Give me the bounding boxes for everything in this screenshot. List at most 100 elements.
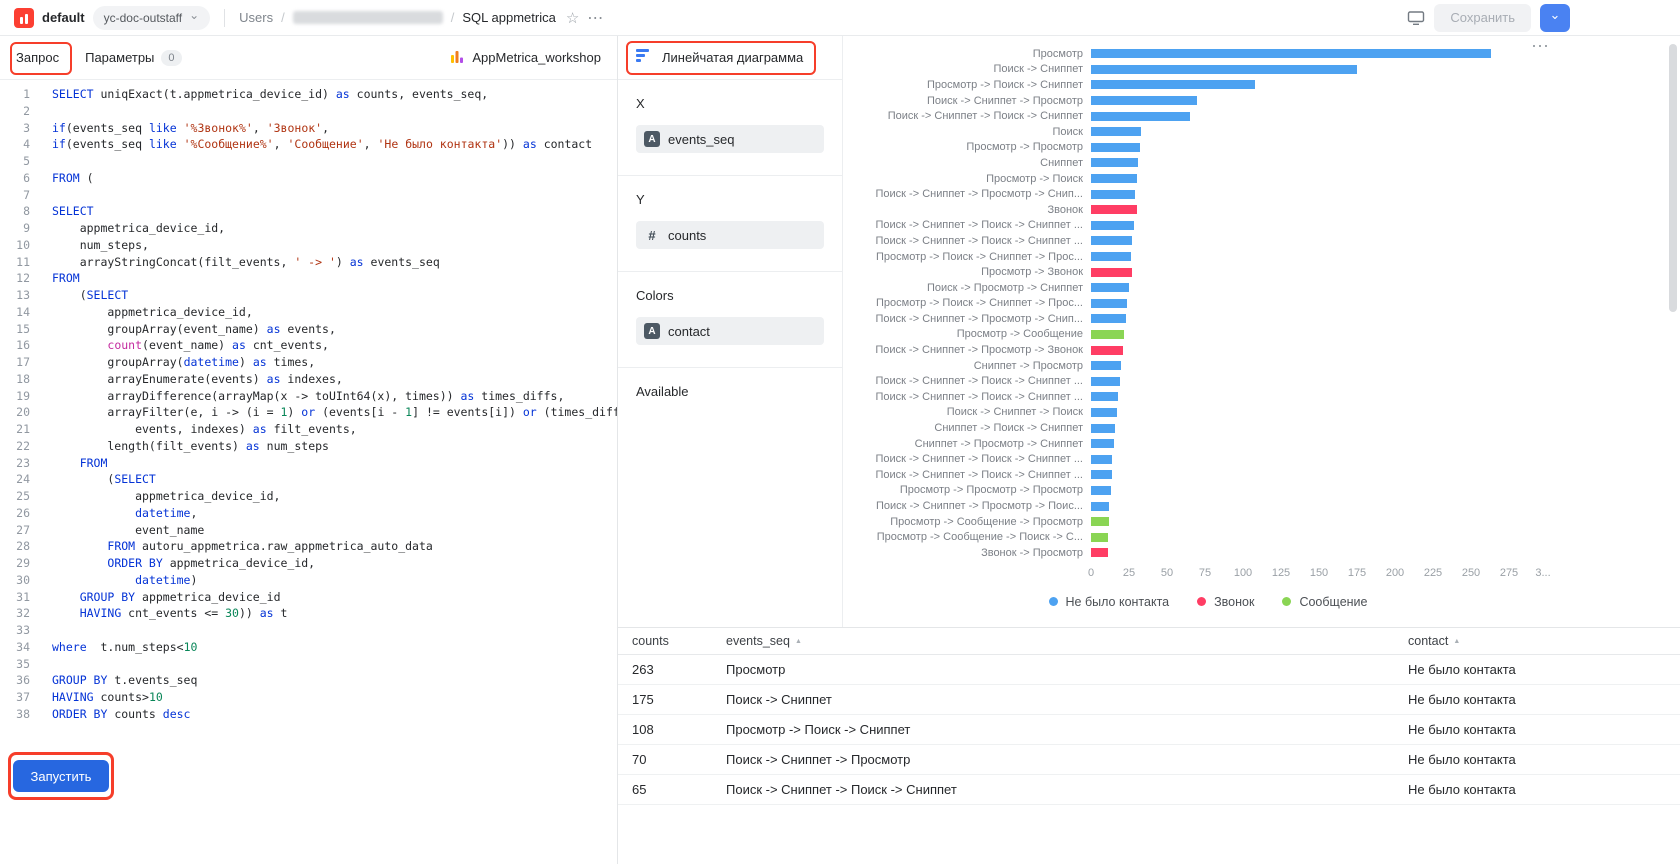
line-number: 32	[0, 605, 30, 622]
chart-bar[interactable]	[1091, 392, 1118, 401]
chart-bar[interactable]	[1091, 158, 1138, 167]
chart-bar[interactable]	[1091, 361, 1121, 370]
chart-bar[interactable]	[1091, 80, 1255, 89]
tab-parameters[interactable]: Параметры 0	[85, 50, 181, 66]
column-header-contact[interactable]: contact▲	[1408, 634, 1680, 648]
chart-bar[interactable]	[1091, 299, 1127, 308]
visualization-panel: Линейчатая диаграмма XAevents_seqY#count…	[618, 36, 843, 627]
table-row[interactable]: 175Поиск -> СниппетНе было контакта	[618, 685, 1680, 715]
tab-query[interactable]: Запрос	[16, 50, 59, 65]
preview-icon[interactable]	[1407, 10, 1425, 26]
datalens-logo-icon[interactable]	[14, 8, 34, 28]
instance-name[interactable]: default	[42, 10, 85, 25]
field-sections: XAevents_seqY#countsColorsAcontactAvaila…	[618, 80, 842, 435]
table-row[interactable]: 108Просмотр -> Поиск -> СниппетНе было к…	[618, 715, 1680, 745]
chart-bar[interactable]	[1091, 533, 1108, 542]
chart-bar[interactable]	[1091, 502, 1109, 511]
chart-bar[interactable]	[1091, 112, 1190, 121]
run-button[interactable]: Запустить	[13, 760, 110, 792]
field-counts[interactable]: #counts	[636, 221, 824, 249]
favorite-star-icon[interactable]: ☆	[566, 9, 579, 27]
chart-bar[interactable]	[1091, 96, 1197, 105]
line-number: 11	[0, 254, 30, 271]
chart-bar[interactable]	[1091, 65, 1357, 74]
chart-type-selector[interactable]: Линейчатая диаграмма	[662, 50, 803, 65]
chart-bar[interactable]	[1091, 330, 1124, 339]
connection-icon	[450, 49, 464, 66]
table-row[interactable]: 70Поиск -> Сниппет -> ПросмотрНе было ко…	[618, 745, 1680, 775]
table-row[interactable]: 65Поиск -> Сниппет -> Поиск -> СниппетНе…	[618, 775, 1680, 805]
chart-bar[interactable]	[1091, 517, 1109, 526]
chart-bar[interactable]	[1091, 236, 1132, 245]
chart-bar[interactable]	[1091, 408, 1117, 417]
chart-legend: Не было контакта Звонок Сообщение	[843, 595, 1573, 609]
chart-bar[interactable]	[1091, 424, 1115, 433]
breadcrumb-users[interactable]: Users	[239, 10, 273, 25]
column-header-label: events_seq	[726, 634, 790, 648]
scrollbar-thumb[interactable]	[1669, 44, 1677, 312]
legend-item[interactable]: Сообщение	[1282, 595, 1367, 609]
section-colors: ColorsAcontact	[618, 271, 842, 367]
chart-bar[interactable]	[1091, 548, 1108, 557]
chart-category-label: Поиск -> Сниппет -> Поиск -> Сниппет ...	[843, 453, 1091, 465]
connection-selector[interactable]: AppMetrica_workshop	[450, 49, 601, 66]
line-number: 36	[0, 672, 30, 689]
chart-bar[interactable]	[1091, 252, 1131, 261]
tab-query-label: Запрос	[16, 50, 59, 65]
chart-bar[interactable]	[1091, 143, 1140, 152]
column-header-label: contact	[1408, 634, 1448, 648]
table-cell: 108	[632, 722, 726, 737]
code-line: 27 event_name	[0, 522, 617, 539]
results-table: counts events_seq▲contact▲ 263ПросмотрНе …	[618, 627, 1680, 864]
chart-bar[interactable]	[1091, 486, 1111, 495]
chart-bar[interactable]	[1091, 174, 1137, 183]
scrollbar[interactable]	[1669, 42, 1677, 862]
chart-category-label: Поиск	[843, 126, 1091, 138]
chart-bar[interactable]	[1091, 49, 1491, 58]
chart-bar[interactable]	[1091, 268, 1132, 277]
chart-row: Поиск -> Просмотр -> Сниппет	[843, 280, 1680, 296]
more-menu-icon[interactable]: ⋯	[587, 8, 604, 28]
chart-bar[interactable]	[1091, 346, 1123, 355]
line-number: 21	[0, 421, 30, 438]
field-contact[interactable]: Acontact	[636, 317, 824, 345]
chart-bar[interactable]	[1091, 190, 1135, 199]
folder-selector[interactable]: yc-doc-outstaff ⌄	[93, 6, 211, 30]
chart-bar[interactable]	[1091, 127, 1141, 136]
column-header-label: counts	[632, 634, 669, 648]
chart-bar[interactable]	[1091, 377, 1120, 386]
line-number: 26	[0, 505, 30, 522]
legend-item[interactable]: Звонок	[1197, 595, 1254, 609]
sql-editor[interactable]: 1SELECT uniqExact(t.appmetrica_device_id…	[0, 80, 617, 864]
column-header-counts[interactable]: counts	[632, 634, 726, 648]
chart-category-label: Поиск -> Сниппет -> Поиск -> Сниппет ...	[843, 391, 1091, 403]
chart-category-label: Просмотр -> Поиск -> Сниппет -> Прос...	[843, 251, 1091, 263]
column-header-events_seq[interactable]: events_seq▲	[726, 634, 1408, 648]
table-cell: Не было контакта	[1408, 722, 1680, 737]
chart-type-header: Линейчатая диаграмма	[618, 36, 842, 80]
chart-bar[interactable]	[1091, 439, 1114, 448]
legend-item[interactable]: Не было контакта	[1049, 595, 1170, 609]
line-number: 29	[0, 555, 30, 572]
chart-bar[interactable]	[1091, 314, 1126, 323]
chart-category-label: Просмотр -> Поиск -> Сниппет -> Прос...	[843, 297, 1091, 309]
table-cell: Поиск -> Сниппет	[726, 692, 1408, 707]
chart-row: Поиск -> Сниппет -> Просмотр -> Звонок	[843, 342, 1680, 358]
field-events_seq[interactable]: Aevents_seq	[636, 125, 824, 153]
code-line: 29 ORDER BY appmetrica_device_id,	[0, 555, 617, 572]
table-row[interactable]: 263ПросмотрНе было контакта	[618, 655, 1680, 685]
chart-bar[interactable]	[1091, 470, 1112, 479]
legend-label: Не было контакта	[1066, 595, 1170, 609]
chart-category-label: Просмотр -> Поиск	[843, 173, 1091, 185]
save-button[interactable]: Сохранить	[1434, 4, 1531, 32]
chart-bar[interactable]	[1091, 455, 1112, 464]
code-line: 25 appmetrica_device_id,	[0, 488, 617, 505]
chart-menu-icon[interactable]: ⋯	[1531, 36, 1550, 57]
chart-bar[interactable]	[1091, 283, 1129, 292]
table-cell: 65	[632, 782, 726, 797]
chart-bar[interactable]	[1091, 221, 1134, 230]
code-line: 3if(events_seq like '%Звонок%', 'Звонок'…	[0, 120, 617, 137]
chart-bar[interactable]	[1091, 205, 1137, 214]
save-dropdown-button[interactable]: ⌄	[1540, 4, 1570, 32]
chart-category-label: Сниппет -> Просмотр	[843, 360, 1091, 372]
